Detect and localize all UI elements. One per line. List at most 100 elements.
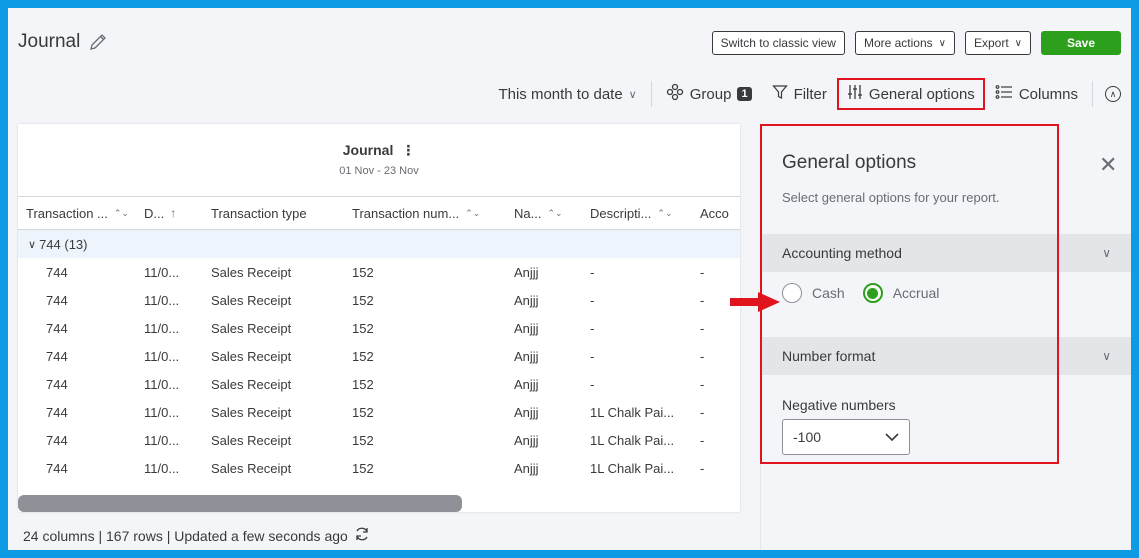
chevron-down-icon: ∨: [938, 37, 946, 49]
export-button[interactable]: Export ∨: [964, 31, 1031, 55]
cell-transaction-type: Sales Receipt: [211, 292, 292, 308]
cell-name: Anjjj: [514, 376, 539, 392]
switch-classic-view-label: Switch to classic view: [720, 36, 836, 50]
cell-account: -: [700, 404, 705, 420]
cell-date: 11/0...: [144, 292, 180, 308]
cell-transaction: 744: [46, 376, 68, 392]
section-label: Accounting method: [782, 245, 902, 261]
cell-date: 11/0...: [144, 264, 180, 280]
group-button[interactable]: Group 1: [656, 80, 762, 108]
cell-transaction: 744: [46, 432, 68, 448]
refresh-icon[interactable]: [354, 526, 370, 545]
cell-date: 11/0...: [144, 376, 180, 392]
cell-name: Anjjj: [514, 460, 539, 476]
filter-button[interactable]: Filter: [762, 80, 837, 108]
cell-transaction-type: Sales Receipt: [211, 376, 292, 392]
date-range-label: This month to date: [498, 85, 623, 103]
negative-numbers-select[interactable]: -100: [782, 419, 910, 455]
close-icon[interactable]: ✕: [1099, 152, 1117, 178]
cell-transaction-number: 152: [352, 292, 374, 308]
cell-description: 1L Chalk Pai...: [590, 404, 675, 420]
cell-transaction-number: 152: [352, 404, 374, 420]
cash-label: Cash: [812, 285, 845, 301]
cash-radio[interactable]: Cash: [782, 283, 845, 303]
switch-classic-view-button[interactable]: Switch to classic view: [711, 31, 845, 55]
report-window: Journal Switch to classic view More acti…: [8, 8, 1131, 550]
table-row[interactable]: 744 11/0... Sales Receipt 152 Anjjj - -: [18, 258, 740, 286]
cell-account: -: [700, 376, 705, 392]
sort-icon: ⌃⌄: [465, 207, 481, 218]
cell-description: -: [590, 376, 595, 392]
top-actions: Switch to classic view More actions ∨ Exp…: [711, 31, 1121, 55]
pencil-icon[interactable]: [88, 32, 108, 52]
date-range-dropdown[interactable]: This month to date ∨: [488, 80, 646, 108]
general-options-label: General options: [868, 85, 975, 103]
columns-button[interactable]: Columns: [985, 80, 1088, 108]
filter-label: Filter: [793, 85, 827, 103]
table-row[interactable]: 744 11/0... Sales Receipt 152 Anjjj - -: [18, 286, 740, 314]
cell-transaction-number: 152: [352, 348, 374, 364]
cell-account: -: [700, 264, 705, 280]
table-body: 744 11/0... Sales Receipt 152 Anjjj - - 744 11/0…: [18, 258, 740, 482]
export-label: Export: [973, 36, 1009, 50]
column-header-date[interactable]: D... ↑: [144, 206, 211, 221]
group-row[interactable]: ∨ 744 (13): [18, 230, 740, 258]
general-options-panel: General options ✕ Select general options…: [760, 124, 1131, 550]
divider: [650, 81, 652, 107]
column-header-description[interactable]: Descripti... ⌃⌄: [590, 206, 700, 221]
sort-icon: ⌃⌄: [113, 207, 129, 218]
columns-label: Columns: [1018, 85, 1078, 103]
chevron-down-icon: [885, 429, 899, 445]
cell-transaction: 744: [46, 292, 68, 308]
table-row[interactable]: 744 11/0... Sales Receipt 152 Anjjj - -: [18, 342, 740, 370]
accrual-label: Accrual: [892, 285, 940, 301]
cell-name: Anjjj: [514, 292, 539, 308]
column-header-label: Transaction type: [211, 205, 307, 221]
collapse-toolbar-button[interactable]: ∧: [1097, 80, 1121, 108]
table-row[interactable]: 744 11/0... Sales Receipt 152 Anjjj 1L Chalk …: [18, 398, 740, 426]
chevron-down-icon: ∨: [628, 88, 637, 101]
more-actions-button[interactable]: More actions ∨: [854, 31, 955, 55]
general-options-button[interactable]: General options: [836, 78, 985, 110]
cell-transaction: 744: [46, 460, 68, 476]
column-header-account[interactable]: Acco: [700, 206, 740, 221]
column-header-name[interactable]: Na... ⌃⌄: [514, 206, 590, 221]
column-header-transaction[interactable]: Transaction ... ⌃⌄: [18, 206, 144, 221]
number-format-section[interactable]: Number format ∨: [761, 337, 1131, 375]
column-header-transaction-number[interactable]: Transaction num... ⌃⌄: [352, 206, 514, 221]
horizontal-scrollbar[interactable]: [18, 495, 462, 512]
table-row[interactable]: 744 11/0... Sales Receipt 152 Anjjj - -: [18, 314, 740, 342]
cell-transaction-type: Sales Receipt: [211, 404, 292, 420]
cell-name: Anjjj: [514, 264, 539, 280]
sort-icon: ⌃⌄: [547, 207, 563, 218]
table-row[interactable]: 744 11/0... Sales Receipt 152 Anjjj 1L Chalk …: [18, 454, 740, 482]
cell-date: 11/0...: [144, 432, 180, 448]
save-button[interactable]: Save: [1041, 31, 1121, 55]
table-row[interactable]: 744 11/0... Sales Receipt 152 Anjjj 1L Chalk …: [18, 426, 740, 454]
report-title-text: Journal: [342, 142, 394, 158]
cell-transaction-number: 152: [352, 432, 374, 448]
column-header-transaction-type[interactable]: Transaction type: [211, 206, 352, 221]
accounting-method-section[interactable]: Accounting method ∨: [761, 234, 1131, 272]
cell-description: 1L Chalk Pai...: [590, 432, 675, 448]
more-vertical-icon[interactable]: ⋮: [401, 142, 415, 158]
cell-transaction: 744: [46, 264, 68, 280]
sort-icon: ⌃⌄: [657, 207, 673, 218]
sort-ascending-icon: ↑: [170, 206, 177, 220]
cell-account: -: [700, 460, 705, 476]
cell-date: 11/0...: [144, 320, 180, 336]
column-header-label: Na...: [514, 205, 542, 221]
radio-circle-selected: [862, 283, 883, 303]
cell-transaction-type: Sales Receipt: [211, 264, 292, 280]
radio-dot: [867, 287, 879, 299]
report-toolbar: This month to date ∨ Group 1 Filter Gene…: [8, 78, 1131, 110]
accrual-radio[interactable]: Accrual: [862, 283, 940, 303]
cell-description: -: [590, 292, 595, 308]
table-row[interactable]: 744 11/0... Sales Receipt 152 Anjjj - -: [18, 370, 740, 398]
section-label: Number format: [782, 348, 876, 364]
page-title-text: Journal: [18, 31, 81, 52]
cell-transaction-number: 152: [352, 320, 374, 336]
cell-transaction-type: Sales Receipt: [211, 348, 292, 364]
negative-numbers-value: -100: [793, 429, 822, 445]
chevron-down-icon: ∨: [1014, 37, 1022, 49]
